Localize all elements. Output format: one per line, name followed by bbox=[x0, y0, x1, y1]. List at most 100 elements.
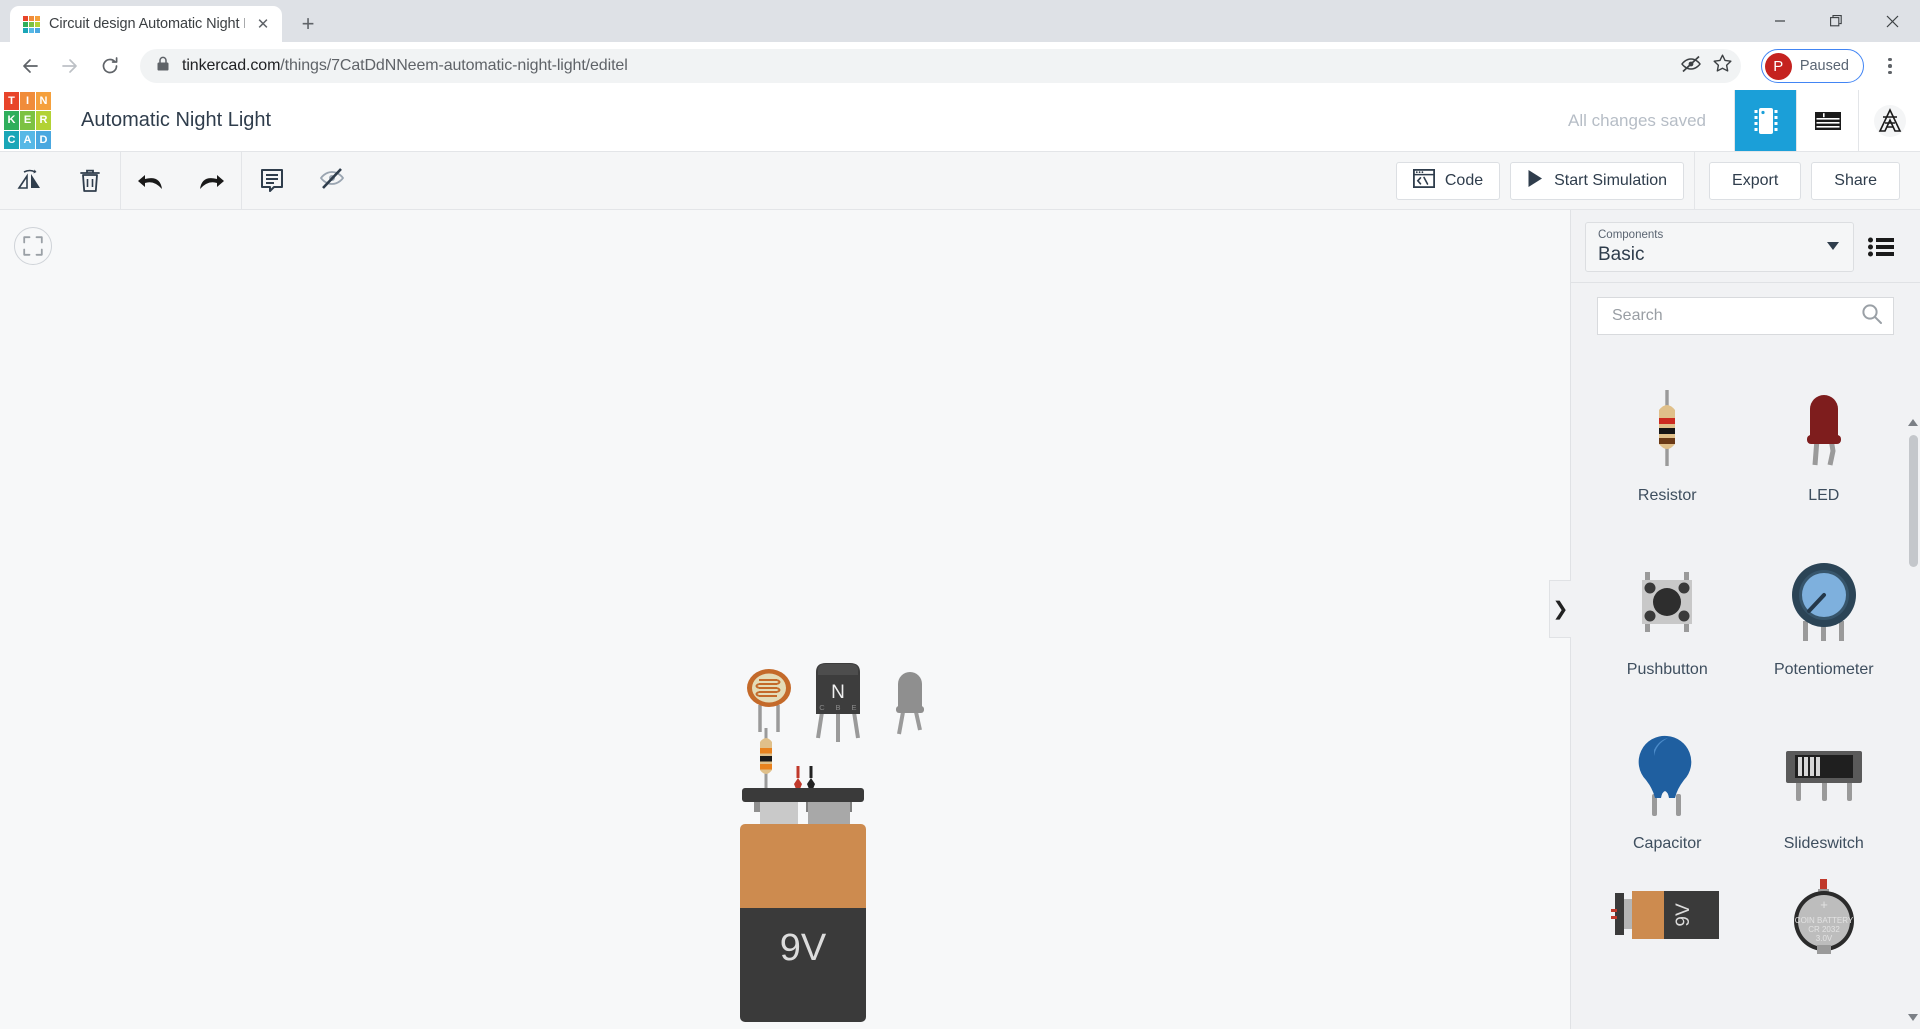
avatar: P bbox=[1765, 53, 1792, 80]
logo-tile: C bbox=[4, 131, 19, 149]
component-label: LED bbox=[1808, 487, 1839, 505]
start-simulation-label: Start Simulation bbox=[1554, 172, 1667, 190]
chevron-down-icon bbox=[1827, 242, 1839, 250]
back-icon[interactable] bbox=[12, 48, 48, 84]
components-select-label: Components bbox=[1598, 228, 1841, 243]
component-item-capacitor[interactable]: Capacitor bbox=[1589, 705, 1746, 853]
autodesk-logo[interactable] bbox=[1858, 90, 1920, 151]
resistor-part bbox=[760, 728, 772, 793]
potentiometer-icon bbox=[1785, 549, 1863, 655]
bookmark-star-icon[interactable] bbox=[1712, 53, 1733, 79]
list-view-icon[interactable] bbox=[1854, 237, 1908, 257]
start-simulation-button[interactable]: Start Simulation bbox=[1510, 162, 1684, 200]
transform-group bbox=[0, 152, 120, 209]
code-button[interactable]: Code bbox=[1396, 162, 1500, 200]
editor-body: N C B E bbox=[0, 210, 1920, 1029]
export-button[interactable]: Export bbox=[1709, 162, 1801, 200]
lock-icon bbox=[156, 56, 170, 77]
search-icon[interactable] bbox=[1861, 303, 1883, 330]
history-group bbox=[121, 152, 241, 209]
npn-transistor-part: N C B E bbox=[816, 663, 860, 742]
notes-icon[interactable] bbox=[242, 152, 302, 209]
logo-tile: T bbox=[4, 92, 19, 110]
eye-off-icon[interactable] bbox=[1680, 55, 1702, 78]
svg-text:C: C bbox=[819, 703, 825, 712]
battery-9v-part: 9V bbox=[740, 766, 866, 1022]
play-icon bbox=[1527, 169, 1544, 193]
coin-battery-icon: + COIN BATTERY CR 2032 3.0V bbox=[1783, 879, 1865, 963]
svg-text:B: B bbox=[835, 703, 840, 712]
pushbutton-icon bbox=[1631, 549, 1703, 655]
hide-annotations-icon[interactable] bbox=[302, 152, 362, 209]
fit-view-button[interactable] bbox=[14, 227, 52, 265]
svg-text:COIN BATTERY: COIN BATTERY bbox=[1795, 916, 1854, 925]
undo-icon[interactable] bbox=[121, 152, 181, 209]
code-button-label: Code bbox=[1445, 172, 1483, 190]
chrome-menu-icon[interactable] bbox=[1872, 48, 1908, 84]
photoresistor-part bbox=[747, 669, 791, 732]
forward-icon bbox=[52, 48, 88, 84]
search-field-wrapper[interactable] bbox=[1597, 297, 1894, 335]
circuit-assembly: N C B E bbox=[740, 660, 1000, 1030]
code-window-icon bbox=[1413, 169, 1435, 193]
maximize-icon[interactable] bbox=[1808, 0, 1864, 42]
component-item-slideswitch[interactable]: Slideswitch bbox=[1746, 705, 1903, 853]
reload-icon[interactable] bbox=[92, 48, 128, 84]
share-button[interactable]: Share bbox=[1811, 162, 1900, 200]
component-item-resistor[interactable]: Resistor bbox=[1589, 357, 1746, 505]
scrollbar-thumb[interactable] bbox=[1909, 435, 1918, 567]
tinkercad-logo[interactable]: T I N K E R C A D bbox=[0, 90, 55, 151]
search-input[interactable] bbox=[1612, 307, 1861, 325]
slideswitch-icon bbox=[1782, 723, 1866, 829]
components-grid[interactable]: Resistor LED bbox=[1571, 335, 1920, 1029]
redo-icon[interactable] bbox=[181, 152, 241, 209]
logo-tile: N bbox=[36, 92, 51, 110]
component-label: Capacitor bbox=[1633, 835, 1701, 853]
close-icon[interactable]: ✕ bbox=[254, 15, 272, 33]
led-part bbox=[896, 672, 924, 734]
window-controls bbox=[1752, 0, 1920, 42]
led-icon bbox=[1797, 375, 1851, 481]
editor-toolbar: Code Start Simulation Export Share bbox=[0, 152, 1920, 210]
component-item-potentiometer[interactable]: Potentiometer bbox=[1746, 531, 1903, 679]
app-header: T I N K E R C A D Automatic Night Light … bbox=[0, 90, 1920, 152]
scroll-up-arrow[interactable] bbox=[1908, 419, 1918, 426]
circuit-svg[interactable]: N C B E bbox=[740, 660, 1000, 1030]
svg-text:CR 2032: CR 2032 bbox=[1808, 925, 1840, 934]
svg-text:+: + bbox=[1820, 897, 1828, 912]
circuit-view-icon[interactable] bbox=[1734, 90, 1796, 151]
components-category-select[interactable]: Components Basic bbox=[1585, 222, 1854, 272]
circuit-canvas[interactable]: N C B E bbox=[0, 210, 1570, 1029]
profile-button[interactable]: P Paused bbox=[1761, 49, 1864, 83]
page-title[interactable]: Automatic Night Light bbox=[55, 90, 1568, 151]
rotate-icon[interactable] bbox=[0, 152, 60, 209]
address-bar[interactable]: tinkercad.com/things/7CatDdNNeem-automat… bbox=[140, 49, 1741, 83]
capacitor-icon bbox=[1632, 723, 1702, 829]
component-item-battery-9v[interactable]: 9V bbox=[1589, 879, 1746, 969]
svg-text:9V: 9V bbox=[780, 927, 827, 969]
new-tab-button[interactable]: + bbox=[292, 8, 324, 40]
delete-icon[interactable] bbox=[60, 152, 120, 209]
export-label: Export bbox=[1732, 172, 1778, 190]
share-label: Share bbox=[1834, 172, 1877, 190]
components-sidebar: ❯ Components Basic bbox=[1570, 210, 1920, 1029]
components-list-icon[interactable] bbox=[1796, 90, 1858, 151]
collapse-panel-button[interactable]: ❯ bbox=[1549, 580, 1571, 638]
component-item-led[interactable]: LED bbox=[1746, 357, 1903, 505]
svg-text:9V: 9V bbox=[1673, 903, 1694, 927]
svg-text:3.0V: 3.0V bbox=[1816, 934, 1833, 943]
component-item-coin-battery[interactable]: + COIN BATTERY CR 2032 3.0V bbox=[1746, 879, 1903, 969]
logo-tile: D bbox=[36, 131, 51, 149]
sidebar-search-area bbox=[1571, 283, 1920, 335]
components-select-value: Basic bbox=[1598, 243, 1841, 266]
window-close-icon[interactable] bbox=[1864, 0, 1920, 42]
component-item-pushbutton[interactable]: Pushbutton bbox=[1589, 531, 1746, 679]
minimize-icon[interactable] bbox=[1752, 0, 1808, 42]
browser-tab-title: Circuit design Automatic Night Li bbox=[49, 16, 245, 32]
component-label: Resistor bbox=[1638, 487, 1697, 505]
address-bar-url: tinkercad.com/things/7CatDdNNeem-automat… bbox=[182, 57, 628, 75]
component-label: Slideswitch bbox=[1784, 835, 1864, 853]
component-label: Potentiometer bbox=[1774, 661, 1874, 679]
scroll-down-arrow[interactable] bbox=[1908, 1014, 1918, 1021]
browser-tab[interactable]: Circuit design Automatic Night Li ✕ bbox=[10, 6, 282, 42]
